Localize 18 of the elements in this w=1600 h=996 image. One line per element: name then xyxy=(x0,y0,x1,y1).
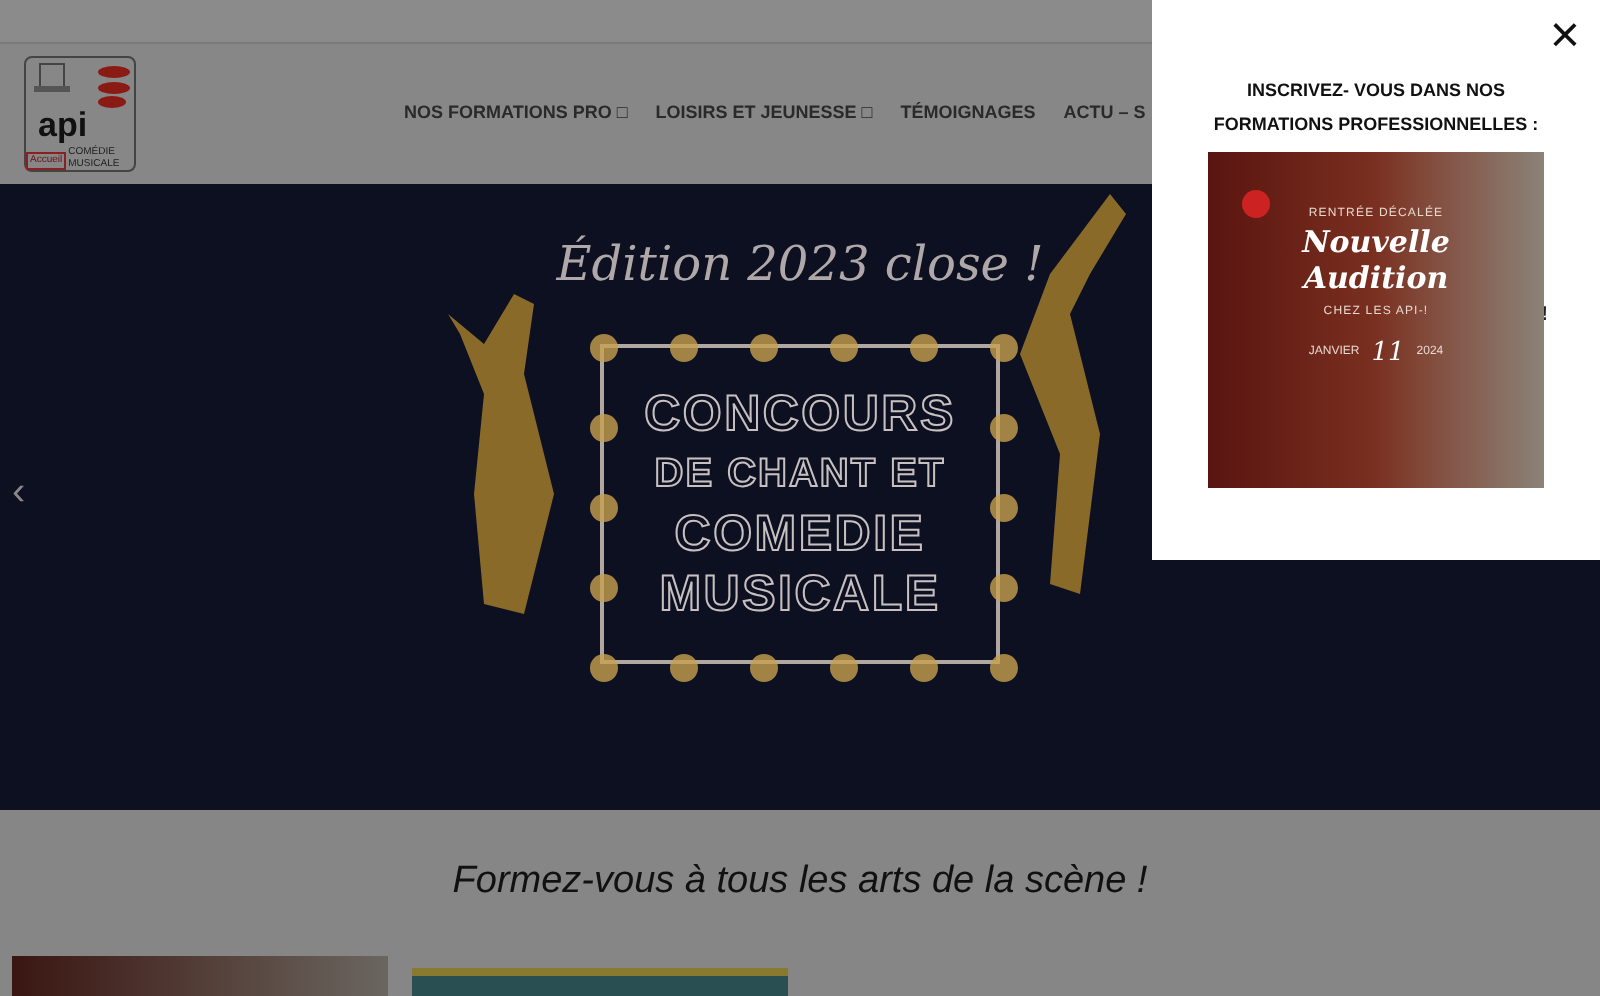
previous-slide-button[interactable]: ‹ xyxy=(12,472,26,512)
logo-icon xyxy=(1240,188,1272,220)
poster-day: 11 xyxy=(1371,334,1405,373)
contest-title-line: DE CHANT ET xyxy=(654,450,946,500)
nav-link[interactable]: ACTU – S xyxy=(1063,100,1146,128)
logo-text: api xyxy=(38,108,88,142)
poster-headline: Nouvelle xyxy=(1302,224,1450,260)
nav-link[interactable]: NOS FORMATIONS PRO □ xyxy=(404,100,628,128)
edition-caption: Édition 2023 close ! xyxy=(556,233,1044,296)
section-heading: Formez-vous à tous les arts de la scène ! xyxy=(452,858,1148,906)
contest-title-line: MUSICALE xyxy=(659,564,941,624)
contest-title-line: CONCOURS xyxy=(644,384,956,444)
contest-title-line: COMEDIE xyxy=(674,504,926,564)
nav-link[interactable]: TÉMOIGNAGES xyxy=(900,100,1036,128)
nav-link[interactable]: LOISIRS ET JEUNESSE □ xyxy=(655,100,873,128)
poster-headline: Audition xyxy=(1303,260,1449,296)
popup-title: INSCRIVEZ- VOUS DANS NOS FORMATIONS PROFESSIONNELLES : xyxy=(1211,78,1541,138)
close-button[interactable]: × xyxy=(1549,8,1580,60)
